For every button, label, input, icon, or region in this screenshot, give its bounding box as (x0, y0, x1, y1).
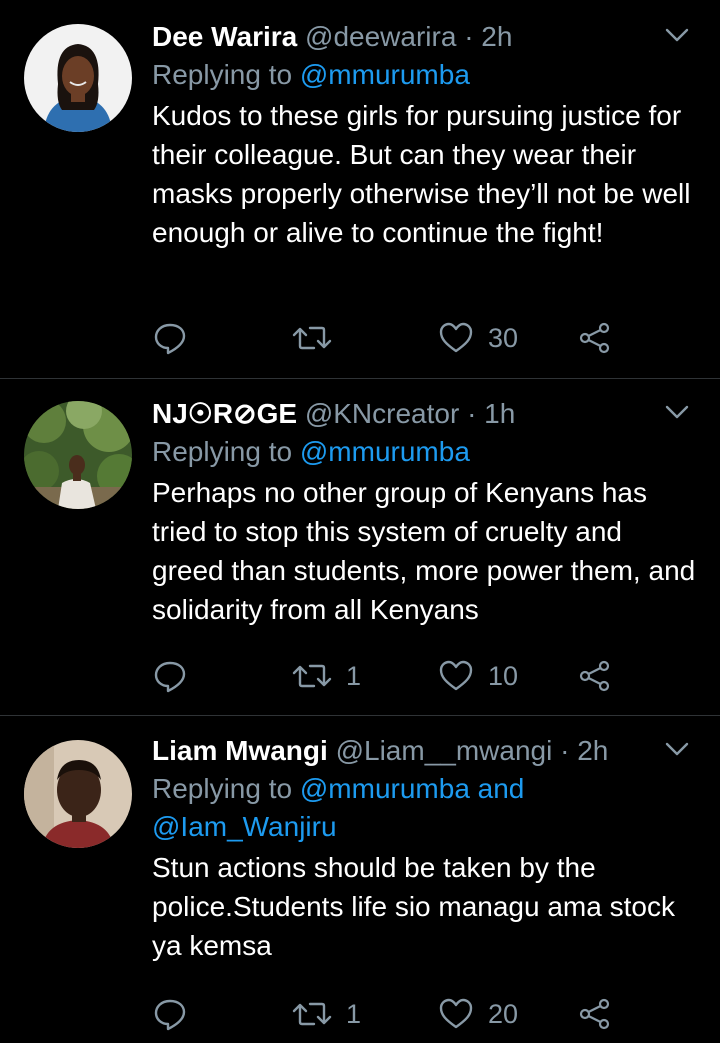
retweet-count: 1 (346, 660, 362, 691)
reply-button[interactable] (152, 318, 188, 358)
avatar-image (24, 24, 132, 132)
avatar[interactable] (24, 24, 132, 132)
display-name[interactable]: NJ☉R⊘GE (152, 398, 297, 429)
chevron-down-icon[interactable] (662, 20, 692, 50)
retweet-button[interactable]: 1 (292, 656, 361, 696)
avatar[interactable] (24, 740, 132, 848)
tweet-header: Dee Warira @deewarira · 2h (152, 18, 700, 56)
separator-dot: · (467, 398, 477, 429)
replying-to-label: Replying to (152, 436, 293, 467)
tweet-text: Perhaps no other group of Kenyans has tr… (152, 477, 696, 625)
like-button[interactable]: 20 (438, 994, 518, 1034)
share-button[interactable] (578, 656, 612, 696)
like-count: 20 (488, 998, 519, 1029)
tweet-card[interactable]: NJ☉R⊘GE @KNcreator · 1h Replying to @mmu… (0, 379, 720, 715)
share-icon (579, 660, 610, 692)
replying-to-label: Replying to (152, 773, 293, 804)
mention-link[interactable]: @mmurumba and (300, 773, 525, 804)
replying-to-label: Replying to (152, 59, 293, 90)
retweet-icon (292, 1002, 332, 1026)
replying-to: Replying to @mmurumba (152, 56, 700, 94)
avatar-image (24, 401, 132, 509)
tweet-time[interactable]: 2h (481, 21, 512, 52)
retweet-icon (292, 326, 332, 350)
share-icon (579, 998, 610, 1030)
display-name[interactable]: Liam Mwangi (152, 735, 328, 766)
retweet-button[interactable] (292, 318, 346, 358)
chevron-down-icon[interactable] (662, 734, 692, 764)
like-count: 30 (488, 322, 519, 353)
separator-dot: · (464, 21, 474, 52)
avatar[interactable] (24, 401, 132, 509)
tweet-text: Kudos to these girls for pursuing justic… (152, 100, 691, 248)
share-button[interactable] (578, 994, 612, 1034)
tweet-time[interactable]: 2h (577, 735, 608, 766)
tweet-actions: 1 10 (152, 656, 632, 696)
like-icon (439, 998, 473, 1029)
mention-link[interactable]: @mmurumba (300, 59, 470, 90)
user-handle[interactable]: @Liam__mwangi (336, 735, 553, 766)
tweet-text: Stun actions should be taken by the poli… (152, 852, 675, 961)
replying-to: Replying to @mmurumba and @Iam_Wanjiru (152, 770, 700, 846)
retweet-count: 1 (346, 998, 362, 1029)
user-handle[interactable]: @deewarira (305, 21, 456, 52)
tweet-card[interactable]: Dee Warira @deewarira · 2h Replying to @… (0, 0, 720, 378)
tweet-actions: 30 (152, 318, 632, 358)
reply-button[interactable] (152, 994, 188, 1034)
mention-link[interactable]: @mmurumba (300, 436, 470, 467)
replying-to: Replying to @mmurumba (152, 433, 700, 471)
retweet-button[interactable]: 1 (292, 994, 361, 1034)
reply-icon (154, 999, 186, 1031)
tweet-header: Liam Mwangi @Liam__mwangi · 2h (152, 732, 700, 770)
share-button[interactable] (578, 318, 612, 358)
tweet-actions: 1 20 (152, 994, 632, 1034)
tweet-time[interactable]: 1h (484, 398, 515, 429)
like-icon (439, 660, 473, 691)
share-icon (579, 322, 610, 354)
like-button[interactable]: 30 (438, 318, 518, 358)
separator-dot: · (560, 735, 570, 766)
avatar-image (24, 740, 132, 848)
reply-icon (154, 661, 186, 693)
tweet-header: NJ☉R⊘GE @KNcreator · 1h (152, 395, 700, 433)
mention-link[interactable]: @Iam_Wanjiru (152, 811, 337, 842)
retweet-icon (292, 664, 332, 688)
like-button[interactable]: 10 (438, 656, 518, 696)
chevron-down-icon[interactable] (662, 397, 692, 427)
display-name[interactable]: Dee Warira (152, 21, 297, 52)
reply-button[interactable] (152, 656, 188, 696)
tweet-card[interactable]: Liam Mwangi @Liam__mwangi · 2h Replying … (0, 716, 720, 1043)
reply-icon (154, 323, 186, 355)
like-icon (439, 322, 473, 353)
like-count: 10 (488, 660, 519, 691)
user-handle[interactable]: @KNcreator (305, 398, 459, 429)
